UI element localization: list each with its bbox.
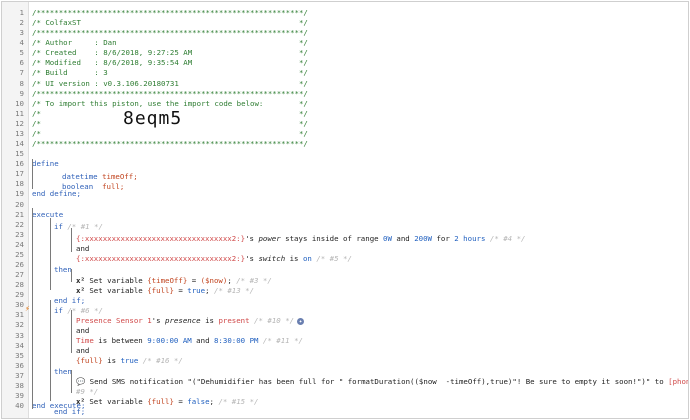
if2-condition-presence[interactable]: Presence Sensor 1's presence is present … (2, 306, 688, 325)
line-text: /* Build : 3 */ (32, 68, 308, 78)
if1-then: then (2, 255, 688, 274)
if2-condition-full[interactable]: {full} is true /* #16 */ (2, 346, 688, 365)
line-number: 4 (19, 38, 24, 48)
line-text: /* Author : Dan */ (32, 38, 308, 48)
if1-endif: end if; (2, 286, 688, 305)
code-line: 4 /* Author : Dan */ (2, 38, 688, 48)
line-number: 13 (15, 128, 24, 138)
if1-set-full[interactable]: x² Set variable {full} = true; /* #13 */ (2, 276, 688, 295)
line-number: 8 (19, 78, 24, 88)
code-line: 13 /* */ (2, 129, 688, 139)
line-text: /* UI version : v0.3.106.20180731 */ (32, 78, 308, 88)
if1-cond-bracket (71, 228, 72, 252)
if1-condition-power[interactable]: {:xxxxxxxxxxxxxxxxxxxxxxxxxxxxxxxxx2:}'s… (2, 224, 688, 243)
if2-send-sms[interactable]: 💬 Send SMS notification "("Dehumidifier … (2, 367, 688, 386)
if2-cond-bracket (71, 310, 72, 353)
if2-header: if /* #6 */ (2, 296, 688, 315)
code-line: 1 /**************************************… (2, 8, 688, 18)
code-line: 15 (2, 149, 688, 159)
if1-and: and (2, 234, 688, 253)
line-number: 10 (15, 98, 24, 108)
line-text: /* Modified : 8/6/2018, 9:35:54 AM */ (32, 58, 308, 68)
execute-bracket (32, 208, 33, 409)
define-var-full: boolean full; (2, 172, 688, 191)
define-var-timeoff: datetime timeOff; (2, 162, 688, 181)
code-line: 8 /* UI version : v0.3.106.20180731 */ (2, 79, 688, 89)
code-line: 7 /* Build : 3 */ (2, 68, 688, 78)
line-text: /***************************************… (32, 8, 308, 17)
var-type: boolean (62, 182, 94, 191)
line-number: 11 (15, 108, 24, 118)
if2-and-1: and (2, 316, 688, 335)
end-if-keyword: end if; (54, 407, 86, 416)
if2-then-bracket (71, 370, 72, 393)
if1-then-bracket (71, 269, 72, 282)
line-number: 1 (19, 8, 24, 17)
line-number: 5 (19, 48, 24, 58)
import-code: 8eqm5 (123, 108, 183, 129)
code-line: 11/* */ (2, 109, 688, 119)
line-number: 12 (15, 118, 24, 128)
code-line: 20 (2, 200, 688, 210)
code-line: 12/* */ (2, 119, 688, 129)
line-text: /***************************************… (32, 139, 308, 149)
if1-bracket (50, 218, 51, 290)
if1-condition-switch[interactable]: {:xxxxxxxxxxxxxxxxxxxxxxxxxxxxxxxxx2:}'s… (2, 244, 688, 263)
code-line: 3 /**************************************… (2, 28, 688, 38)
code-line: 10/* To import this piston, use the impo… (2, 99, 688, 109)
line-number: 14 (15, 139, 24, 149)
if2-and-2: and (2, 336, 688, 355)
line-text: /* Created : 8/6/2018, 9:27:25 AM */ (32, 48, 308, 58)
if2-send-sms-comment: #9 */ (2, 377, 688, 396)
line-number: 7 (19, 68, 24, 78)
if2-then: then (2, 357, 688, 376)
if1-header: if /* #1 */ (2, 212, 688, 231)
if2-bracket (50, 300, 51, 401)
code-line: 6 /* Modified : 8/6/2018, 9:35:54 AM */ (2, 58, 688, 68)
define-bracket (32, 159, 33, 189)
line-text: /* */ (32, 128, 308, 138)
line-number: 2 (19, 18, 24, 28)
line-text: /***************************************… (32, 88, 308, 98)
line-number: 9 (19, 88, 24, 98)
code-line: 9 /**************************************… (2, 89, 688, 99)
line-number: 6 (19, 58, 24, 68)
piston-code-viewer: 1 /**************************************… (1, 1, 689, 419)
if2-endif: end if; (2, 397, 688, 416)
if2-condition-time[interactable]: Time is between 9:00:00 AM and 8:30:00 P… (2, 326, 688, 345)
if2-set-full[interactable]: x² Set variable {full} = false; /* #15 *… (2, 387, 688, 406)
var-name: full; (102, 182, 125, 191)
if1-set-timeoff[interactable]: x² Set variable {timeOff} = ($now); /* #… (2, 266, 688, 285)
line-number: 3 (19, 28, 24, 38)
line-text: /* ColfaxST */ (32, 18, 308, 28)
code-line: 5 /* Created : 8/6/2018, 9:27:25 AM */ (2, 48, 688, 58)
code-line: 14 /*************************************… (2, 139, 688, 149)
line-text: /***************************************… (32, 28, 308, 38)
code-line: 2 /* ColfaxST */ (2, 18, 688, 28)
line-number: 15 (15, 149, 24, 159)
